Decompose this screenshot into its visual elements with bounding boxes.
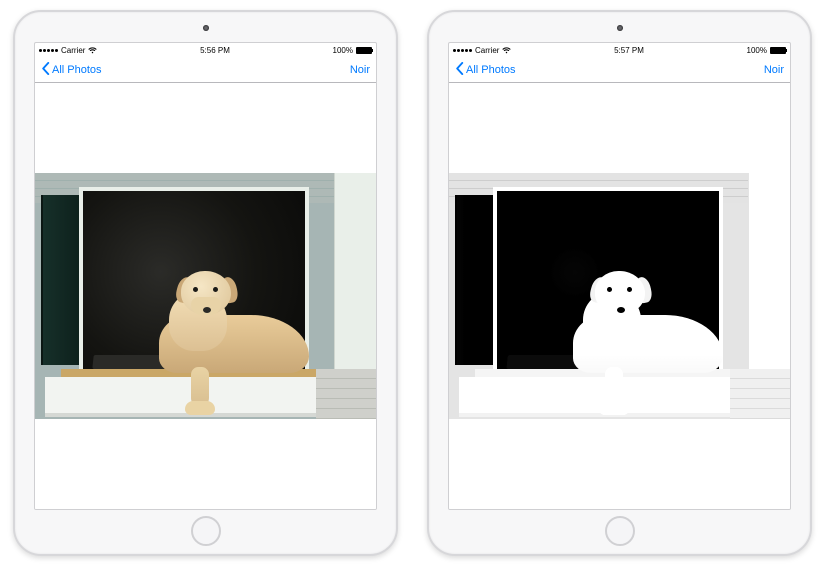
screen: Carrier 5:57 PM 100% All Photos <box>448 42 791 510</box>
back-label: All Photos <box>52 64 102 76</box>
battery-icon <box>356 47 372 54</box>
status-bar: Carrier 5:56 PM 100% <box>35 43 376 57</box>
status-bar: Carrier 5:57 PM 100% <box>449 43 790 57</box>
nav-bar: All Photos Noir <box>449 57 790 83</box>
back-button[interactable]: All Photos <box>455 62 516 78</box>
wifi-icon <box>502 47 511 54</box>
status-time: 5:56 PM <box>200 46 230 55</box>
noir-action-button[interactable]: Noir <box>350 64 370 76</box>
action-label: Noir <box>764 64 784 76</box>
photo-content[interactable] <box>449 83 790 509</box>
home-button[interactable] <box>191 516 221 546</box>
home-button[interactable] <box>605 516 635 546</box>
camera-dot <box>617 25 623 31</box>
battery-percent: 100% <box>333 46 353 55</box>
wifi-icon <box>88 47 97 54</box>
signal-dots-icon <box>39 49 58 52</box>
back-label: All Photos <box>466 64 516 76</box>
ipad-device-left: Carrier 5:56 PM 100% All Photos <box>13 10 398 556</box>
nav-bar: All Photos Noir <box>35 57 376 83</box>
photo-image-color <box>35 173 376 419</box>
camera-dot <box>203 25 209 31</box>
chevron-left-icon <box>41 62 50 78</box>
status-time: 5:57 PM <box>614 46 644 55</box>
signal-dots-icon <box>453 49 472 52</box>
carrier-label: Carrier <box>475 46 499 55</box>
back-button[interactable]: All Photos <box>41 62 102 78</box>
noir-action-button[interactable]: Noir <box>764 64 784 76</box>
action-label: Noir <box>350 64 370 76</box>
photo-image-noir <box>449 173 790 419</box>
photo-content[interactable] <box>35 83 376 509</box>
battery-icon <box>770 47 786 54</box>
screen: Carrier 5:56 PM 100% All Photos <box>34 42 377 510</box>
ipad-device-right: Carrier 5:57 PM 100% All Photos <box>427 10 812 556</box>
carrier-label: Carrier <box>61 46 85 55</box>
chevron-left-icon <box>455 62 464 78</box>
battery-percent: 100% <box>747 46 767 55</box>
